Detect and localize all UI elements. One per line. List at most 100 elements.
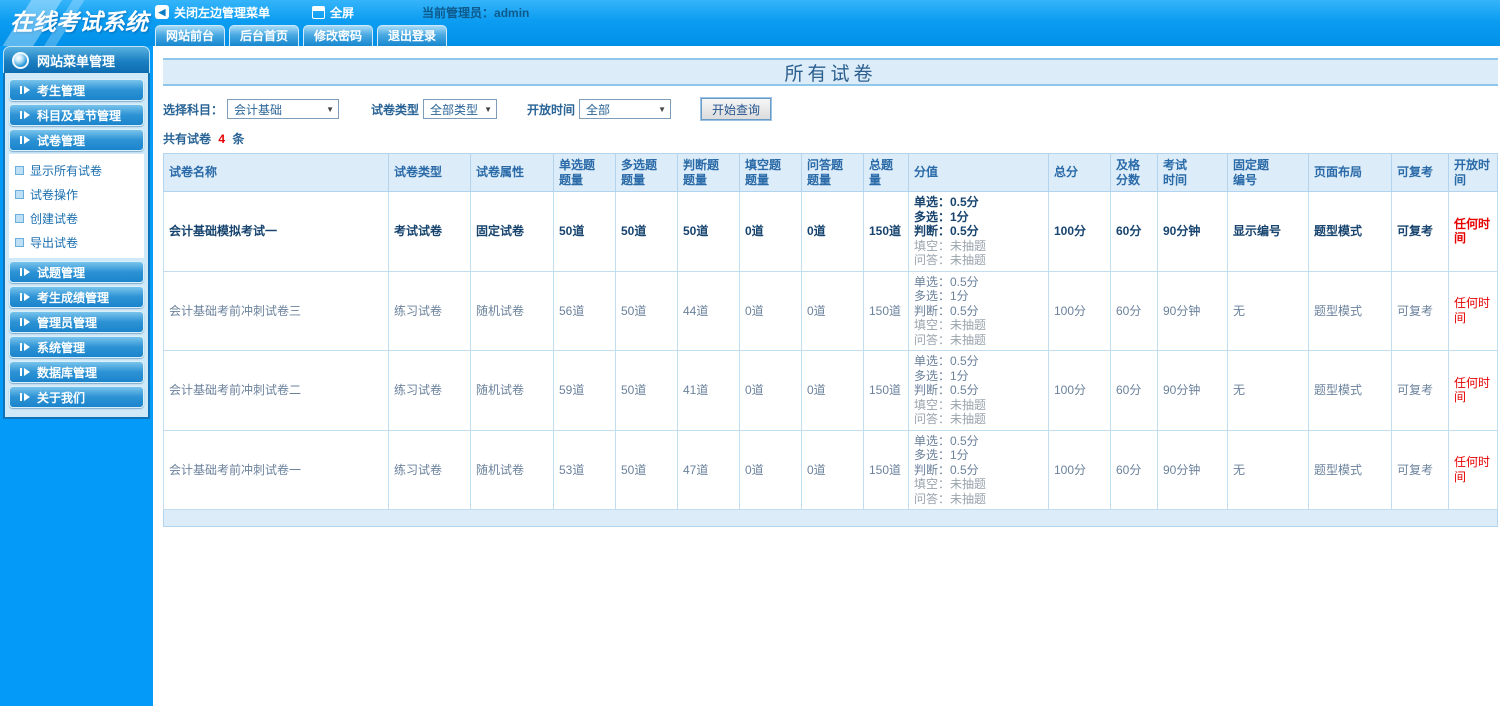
collapse-left-icon: ◀ — [155, 5, 169, 19]
app-logo: 在线考试系统 — [0, 0, 153, 46]
fullscreen-link[interactable]: 全屏 — [312, 4, 354, 21]
cell-attribute: 随机试卷 — [470, 270, 554, 351]
sidebar-submenu-item[interactable]: 显示所有试卷 — [15, 158, 144, 182]
play-icon-bar — [20, 293, 22, 301]
subject-select-value: 会计基础 — [234, 102, 283, 117]
sidebar-submenu: 显示所有试卷试卷操作 创建试卷 导出试卷 — [9, 154, 144, 258]
cell-multi: 50道 — [615, 350, 678, 431]
chevron-down-icon: ▼ — [658, 104, 667, 114]
play-icon-triangle — [24, 111, 30, 119]
table-row: 会计基础考前冲刺试卷一 练习试卷 随机试卷 53道 50道 47道 0道 0道 150道 单选：0… — [163, 429, 1498, 510]
table-row: 会计基础模拟考试一 考试试卷 固定试卷 50道 50道 50道 0道 0道 150道 单选：0.5… — [163, 191, 1498, 272]
column-header: 试卷属性 — [470, 153, 554, 192]
cell-duration: 90分钟 — [1157, 191, 1228, 272]
summary-prefix: 共有试卷 — [163, 132, 212, 146]
cell-open-time: 任何时间 — [1448, 191, 1498, 272]
cell-total-score: 100分 — [1048, 191, 1111, 272]
play-icon — [20, 136, 30, 144]
sidebar-menu-button[interactable]: 试卷管理 — [9, 129, 144, 151]
cell-fixed-no: 无 — [1227, 270, 1309, 351]
column-header: 分值 — [908, 153, 1049, 192]
play-icon-triangle — [24, 343, 30, 351]
play-icon-bar — [20, 136, 22, 144]
cell-judge: 44道 — [677, 270, 740, 351]
play-icon-triangle — [24, 293, 30, 301]
sidebar-menu-button[interactable]: 科目及章节管理 — [9, 104, 144, 126]
column-header: 考试 时间 — [1157, 153, 1228, 192]
sidebar-menu-button[interactable]: 考生管理 — [9, 79, 144, 101]
sidebar-menu-button[interactable]: 数据库管理 — [9, 361, 144, 383]
cell-duration: 90分钟 — [1157, 270, 1228, 351]
play-icon-bar — [20, 268, 22, 276]
cell-single: 59道 — [553, 350, 616, 431]
sidebar-menu-button[interactable]: 考生成绩管理 — [9, 286, 144, 308]
search-button[interactable]: 开始查询 — [700, 97, 773, 121]
time-select-value: 全部 — [586, 102, 611, 117]
play-icon — [20, 343, 30, 351]
cell-retake: 可复考 — [1391, 350, 1449, 431]
list-square-icon — [15, 213, 24, 223]
time-filter-label: 开放时间 — [527, 102, 576, 117]
sidebar-menu-button-label: 试卷管理 — [37, 133, 86, 148]
cell-judge: 41道 — [677, 350, 740, 431]
sidebar-menu-button[interactable]: 系统管理 — [9, 336, 144, 358]
cell-score-lines: 单选：0.5分 多选：1分 判断：0.5分 填空：未抽题 问答：未抽题 — [908, 350, 1049, 431]
chevron-down-icon: ▼ — [484, 104, 493, 114]
play-icon-triangle — [24, 318, 30, 326]
nav-tab[interactable]: 后台首页 — [229, 25, 300, 46]
type-select[interactable]: 全部类型 ▼ — [423, 99, 498, 119]
nav-tab[interactable]: 修改密码 — [303, 25, 374, 46]
sidebar-header-label: 网站菜单管理 — [37, 53, 116, 69]
play-icon — [20, 393, 30, 401]
cell-multi: 50道 — [615, 429, 678, 510]
current-admin-label: 当前管理员：admin — [422, 5, 530, 20]
sidebar-menu-button-label: 关于我们 — [37, 390, 86, 405]
cell-judge: 50道 — [677, 191, 740, 272]
column-header: 试卷类型 — [388, 153, 471, 192]
sidebar-menu: 考生管理科目及章节管理试卷管理显示所有试卷试卷操作 创建试卷 导出试卷试题管理考生成… — [3, 73, 150, 419]
play-icon-triangle — [24, 393, 30, 401]
topbar-links-row: ◀ 关闭左边管理菜单 全屏 当前管理员：admin — [153, 0, 1500, 24]
fullscreen-label: 全屏 — [330, 5, 355, 20]
play-icon-bar — [20, 318, 22, 326]
column-header: 固定题 编号 — [1227, 153, 1309, 192]
cell-blank: 0道 — [739, 429, 802, 510]
cell-pass-score: 60分 — [1110, 350, 1158, 431]
sidebar-menu-button[interactable]: 试题管理 — [9, 261, 144, 283]
column-header: 可复考 — [1391, 153, 1449, 192]
cell-attribute: 固定试卷 — [470, 191, 554, 272]
sidebar-submenu-item[interactable]: 创建试卷 — [15, 206, 144, 230]
cell-fixed-no: 显示编号 — [1227, 191, 1309, 272]
summary-count: 4 — [218, 132, 226, 146]
play-icon — [20, 86, 30, 94]
play-icon-bar — [20, 111, 22, 119]
sidebar-menu-button[interactable]: 关于我们 — [9, 386, 144, 408]
nav-tab[interactable]: 网站前台 — [155, 25, 226, 46]
sphere-icon — [12, 51, 29, 69]
paper-count-summary: 共有试卷 4 条 — [163, 130, 1498, 147]
sidebar-submenu-item-label: 显示所有试卷 — [30, 163, 103, 178]
nav-tab[interactable]: 退出登录 — [377, 25, 448, 46]
summary-suffix: 条 — [232, 132, 245, 146]
nav-tabs: 网站前台 后台首页 修改密码 退出登录 — [155, 24, 1500, 46]
time-select[interactable]: 全部 ▼ — [579, 99, 672, 119]
cell-duration: 90分钟 — [1157, 429, 1228, 510]
sidebar-submenu-item[interactable]: 导出试卷 — [15, 230, 144, 254]
column-header: 单选题 题量 — [553, 153, 616, 192]
cell-qa: 0道 — [801, 350, 864, 431]
papers-table: 试卷名称 试卷类型 试卷属性 单选题 题量 多选题 题量 判断题 题量 填空题 题量 问答题 题量 总题量… — [163, 153, 1498, 527]
papers-table-header-row: 试卷名称 试卷类型 试卷属性 单选题 题量 多选题 题量 判断题 题量 填空题 题量 问答题 题量 总题量… — [163, 153, 1498, 192]
close-left-menu-link[interactable]: ◀ 关闭左边管理菜单 — [155, 4, 270, 21]
sidebar-submenu-item[interactable]: 试卷操作 — [15, 182, 144, 206]
cell-total-score: 100分 — [1048, 429, 1111, 510]
play-icon-bar — [20, 343, 22, 351]
topbar: 在线考试系统 ◀ 关闭左边管理菜单 全屏 当前管理员：admin 网站前台 后台首… — [0, 0, 1500, 46]
sidebar-menu-button[interactable]: 管理员管理 — [9, 311, 144, 333]
subject-select[interactable]: 会计基础 ▼ — [227, 99, 340, 119]
column-header: 及格 分数 — [1110, 153, 1158, 192]
page-title: 所有试卷 — [784, 63, 877, 85]
cell-retake: 可复考 — [1391, 191, 1449, 272]
table-row: 会计基础考前冲刺试卷三 练习试卷 随机试卷 56道 50道 44道 0道 0道 150道 单选：0… — [163, 270, 1498, 351]
main-content: 所有试卷 选择科目： 会计基础 ▼ 试卷类型 全部类型 ▼ 开放时间 全部 ▼ … — [153, 46, 1500, 706]
cell-total-q: 150道 — [863, 270, 909, 351]
